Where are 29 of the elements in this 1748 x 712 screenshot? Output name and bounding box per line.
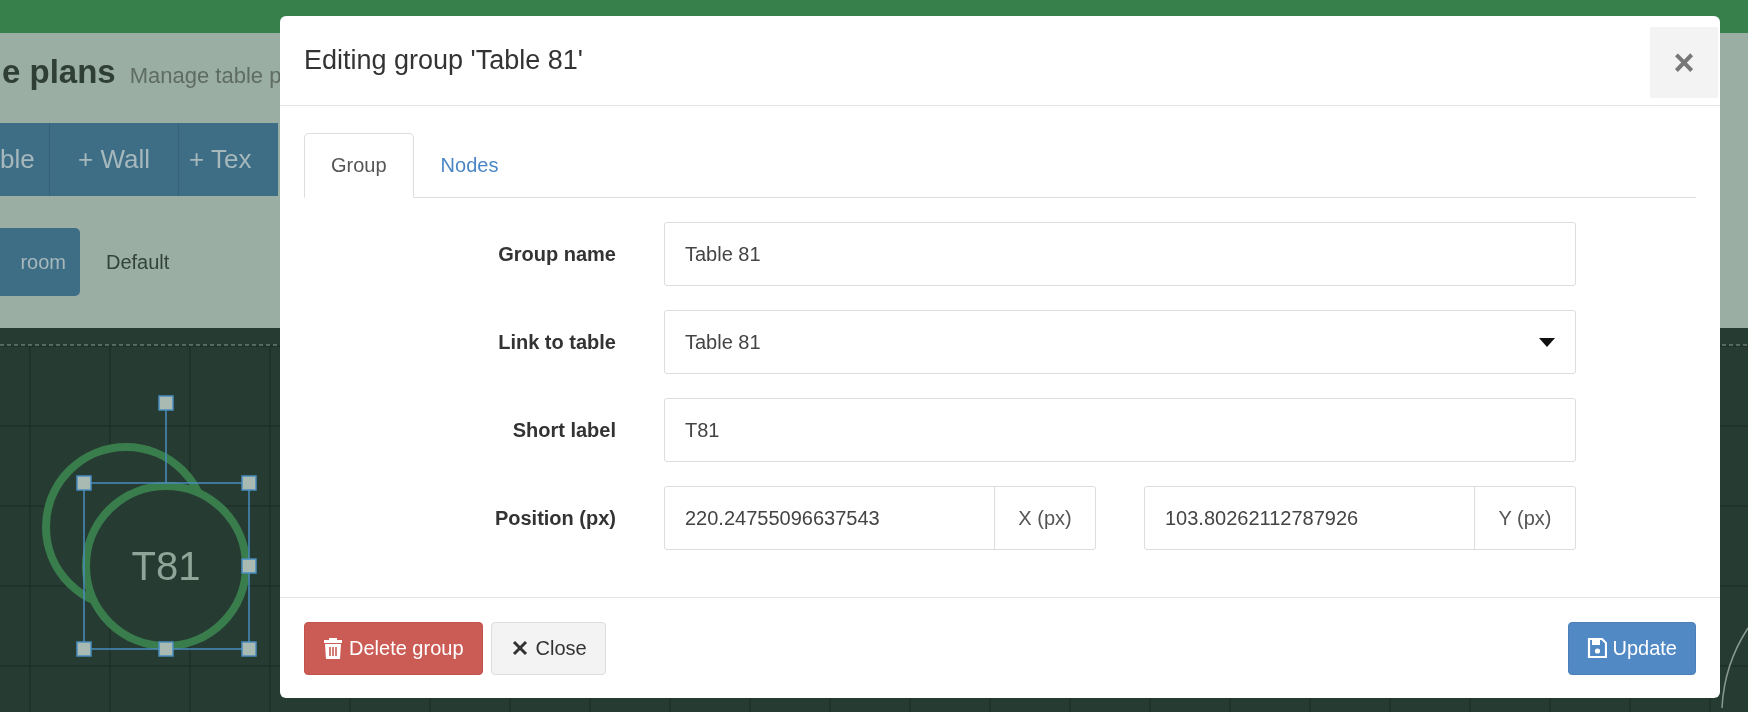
table-label: T81	[131, 544, 201, 588]
tab[interactable]: Group	[304, 133, 414, 198]
dialog-title: Editing group 'Table 81'	[304, 45, 583, 76]
update-button[interactable]: Update	[1567, 621, 1696, 675]
field-label: Link to table	[497, 330, 616, 354]
number-field[interactable]: 220.24755096637543	[665, 487, 994, 549]
number-field[interactable]: 103.80262112787926	[1145, 487, 1474, 549]
field-label: Group name	[497, 242, 616, 266]
text-field[interactable]: Table 81	[664, 222, 1576, 286]
round-tables-drawing[interactable]	[42, 443, 250, 650]
input-group[interactable]: 103.80262112787926 Y (px)	[1144, 486, 1576, 550]
tab[interactable]: Nodes	[413, 133, 526, 198]
caret-icon	[1539, 337, 1555, 347]
select-field[interactable]: Table 81	[664, 310, 1576, 374]
delete-button[interactable]: Delete group	[304, 621, 483, 675]
save-icon	[1586, 637, 1607, 659]
room-tab[interactable]: Default	[106, 228, 170, 296]
selection-handles[interactable]	[76, 395, 257, 657]
field-label: Position (px)	[493, 506, 616, 530]
page-subtitle: Manage table p	[129, 63, 282, 89]
close-button[interactable]: Close	[490, 621, 606, 675]
field-label: Short label	[511, 418, 616, 442]
trash-icon	[323, 637, 343, 659]
close-button[interactable]: ×	[1650, 27, 1718, 98]
input-group[interactable]: 220.24755096637543 X (px)	[664, 486, 1096, 550]
text-field[interactable]: T81	[664, 398, 1576, 462]
unit-addon: X (px)	[994, 487, 1095, 549]
unit-addon: Y (px)	[1474, 487, 1575, 549]
page-title: e plans	[2, 53, 116, 91]
